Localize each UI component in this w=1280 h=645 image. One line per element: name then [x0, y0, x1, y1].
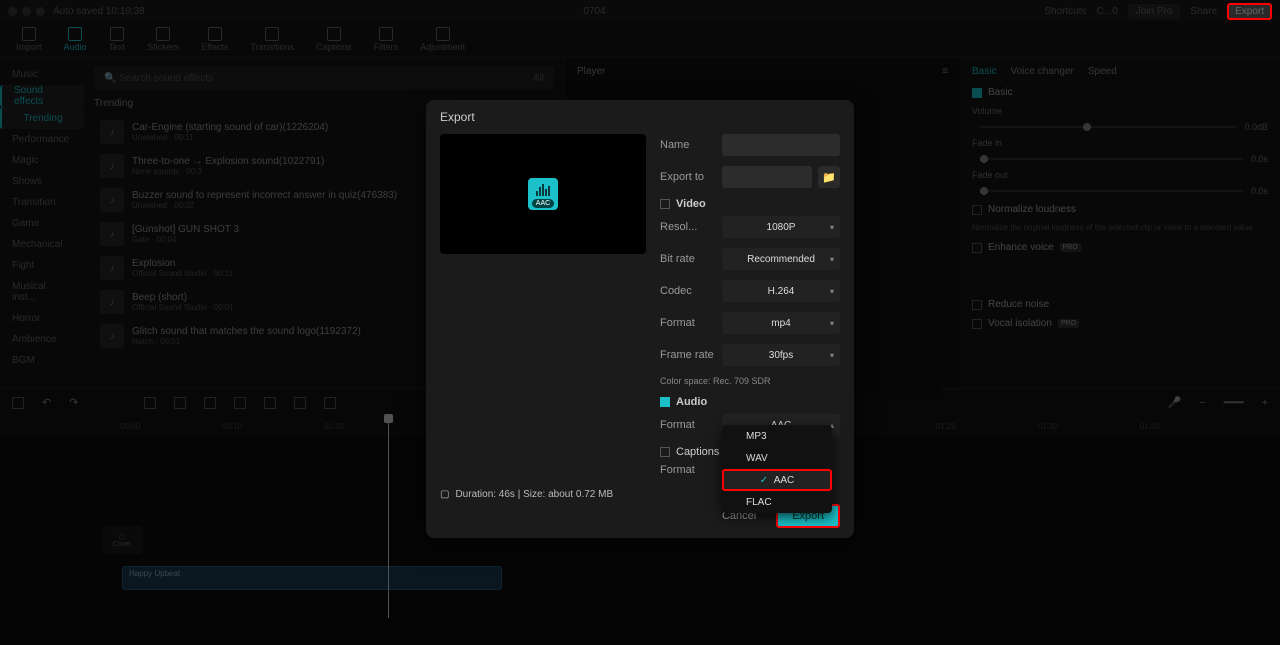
properties-panel: Basic Voice changer Speed Basic Volume 0…: [960, 58, 1280, 388]
tab-stickers[interactable]: Stickers: [137, 25, 189, 54]
video-format-select[interactable]: mp4▾: [722, 312, 840, 334]
normalize-checkbox[interactable]: [972, 205, 982, 215]
zoom-out-icon[interactable]: −: [1199, 397, 1205, 409]
tab-captions[interactable]: Captions: [306, 25, 362, 54]
video-checkbox[interactable]: [660, 199, 670, 209]
cat-fight[interactable]: Fight: [0, 255, 84, 276]
zoom-slider[interactable]: ━━━: [1224, 396, 1244, 409]
sound-thumb-icon: ♪: [100, 120, 124, 144]
crop-icon[interactable]: [324, 397, 336, 409]
select-tool-icon[interactable]: [12, 397, 24, 409]
prop-tab-voice[interactable]: Voice changer: [1010, 66, 1073, 77]
fadeout-slider[interactable]: [980, 190, 1243, 192]
category-sidebar: Music Sound effects Trending Performance…: [0, 58, 84, 388]
dropdown-wav[interactable]: WAV: [722, 447, 832, 469]
trim-right-icon[interactable]: [204, 397, 216, 409]
volume-slider[interactable]: [980, 126, 1236, 128]
marker-icon[interactable]: [264, 397, 276, 409]
framerate-select[interactable]: 30fps▾: [722, 344, 840, 366]
cat-trending[interactable]: Trending: [0, 107, 84, 129]
sound-thumb-icon: ♪: [100, 290, 124, 314]
cat-ambience[interactable]: Ambience: [0, 329, 84, 350]
audio-format-dropdown: MP3 WAV ✓AAC FLAC: [722, 425, 832, 513]
tab-audio[interactable]: Audio: [54, 25, 97, 54]
export-button-top[interactable]: Export: [1227, 3, 1272, 20]
folder-icon[interactable]: 📁: [818, 166, 840, 188]
resolution-select[interactable]: 1080P▾: [722, 216, 840, 238]
cat-horror[interactable]: Horror: [0, 308, 84, 329]
sound-thumb-icon: ♪: [100, 222, 124, 246]
top-toolbar: Import Audio Text Stickers Effects Trans…: [0, 22, 1280, 58]
flag-icon[interactable]: [294, 397, 306, 409]
tab-adjustment[interactable]: Adjustment: [410, 25, 475, 54]
mic-icon[interactable]: 🎤: [1168, 396, 1182, 409]
dialog-title: Export: [426, 100, 854, 134]
name-input[interactable]: [722, 134, 840, 156]
audio-checkbox[interactable]: [660, 397, 670, 407]
autosave-label: Auto saved 10:10:38: [53, 6, 145, 17]
cat-sound-effects[interactable]: Sound effects: [0, 85, 84, 107]
export-preview: AAC: [440, 134, 646, 254]
shortcuts-button[interactable]: Shortcuts: [1044, 6, 1086, 17]
sound-thumb-icon: ♪: [100, 256, 124, 280]
dropdown-aac[interactable]: ✓AAC: [722, 469, 832, 491]
bitrate-select[interactable]: Recommended▾: [722, 248, 840, 270]
window-controls[interactable]: [8, 7, 45, 16]
join-pro-button[interactable]: Join Pro: [1128, 4, 1181, 19]
tab-transitions[interactable]: Transitions: [240, 25, 304, 54]
search-input[interactable]: 🔍 Search sound effects All: [94, 66, 554, 90]
zoom-in-icon[interactable]: +: [1262, 397, 1268, 409]
cat-bgm[interactable]: BGM: [0, 350, 84, 371]
delete-icon[interactable]: [234, 397, 246, 409]
cat-musical[interactable]: Musical inst...: [0, 276, 84, 308]
split-icon[interactable]: [144, 397, 156, 409]
redo-icon[interactable]: ↷: [69, 396, 78, 409]
basic-checkbox[interactable]: [972, 88, 982, 98]
titlebar: Auto saved 10:10:38 0704 Shortcuts C...0…: [0, 0, 1280, 22]
cat-mechanical[interactable]: Mechanical: [0, 234, 84, 255]
cat-magic[interactable]: Magic: [0, 150, 84, 171]
fadein-slider[interactable]: [980, 158, 1243, 160]
export-footer-info: Duration: 46s | Size: about 0.72 MB: [455, 489, 613, 500]
audio-file-icon: AAC: [528, 178, 558, 210]
share-button[interactable]: Share: [1190, 6, 1217, 17]
cat-transition[interactable]: Transition: [0, 192, 84, 213]
dropdown-mp3[interactable]: MP3: [722, 425, 832, 447]
document-title: 0704: [145, 6, 1045, 17]
search-icon: 🔍: [104, 73, 116, 84]
tab-filters[interactable]: Filters: [364, 25, 409, 54]
enhance-checkbox[interactable]: [972, 243, 982, 253]
cat-game[interactable]: Game: [0, 213, 84, 234]
cat-music[interactable]: Music: [0, 64, 84, 85]
playhead[interactable]: [388, 418, 389, 618]
tab-text[interactable]: Text: [99, 25, 136, 54]
prop-tab-speed[interactable]: Speed: [1088, 66, 1117, 77]
codec-select[interactable]: H.264▾: [722, 280, 840, 302]
reduce-checkbox[interactable]: [972, 300, 982, 310]
sound-thumb-icon: ♪: [100, 188, 124, 212]
cat-performance[interactable]: Performance: [0, 129, 84, 150]
export-path-input[interactable]: [722, 166, 812, 188]
all-filter[interactable]: All: [533, 73, 544, 84]
audio-clip[interactable]: Happy Upbeat: [122, 566, 502, 590]
player-label: Player: [577, 66, 605, 77]
tab-effects[interactable]: Effects: [191, 25, 238, 54]
duration-icon: ▢: [440, 489, 449, 500]
vocal-checkbox[interactable]: [972, 319, 982, 329]
captions-checkbox[interactable]: [660, 447, 670, 457]
dropdown-flac[interactable]: FLAC: [722, 491, 832, 513]
sound-thumb-icon: ♪: [100, 324, 124, 348]
tab-import[interactable]: Import: [6, 25, 52, 54]
undo-icon[interactable]: ↶: [42, 396, 51, 409]
credits-badge[interactable]: C...0: [1097, 6, 1118, 17]
trim-left-icon[interactable]: [174, 397, 186, 409]
sound-thumb-icon: ♪: [100, 154, 124, 178]
player-menu-icon[interactable]: ≡: [942, 66, 948, 77]
cat-shows[interactable]: Shows: [0, 171, 84, 192]
cover-thumbnail[interactable]: ▢Cover: [102, 526, 142, 554]
prop-tab-basic[interactable]: Basic: [972, 66, 996, 77]
